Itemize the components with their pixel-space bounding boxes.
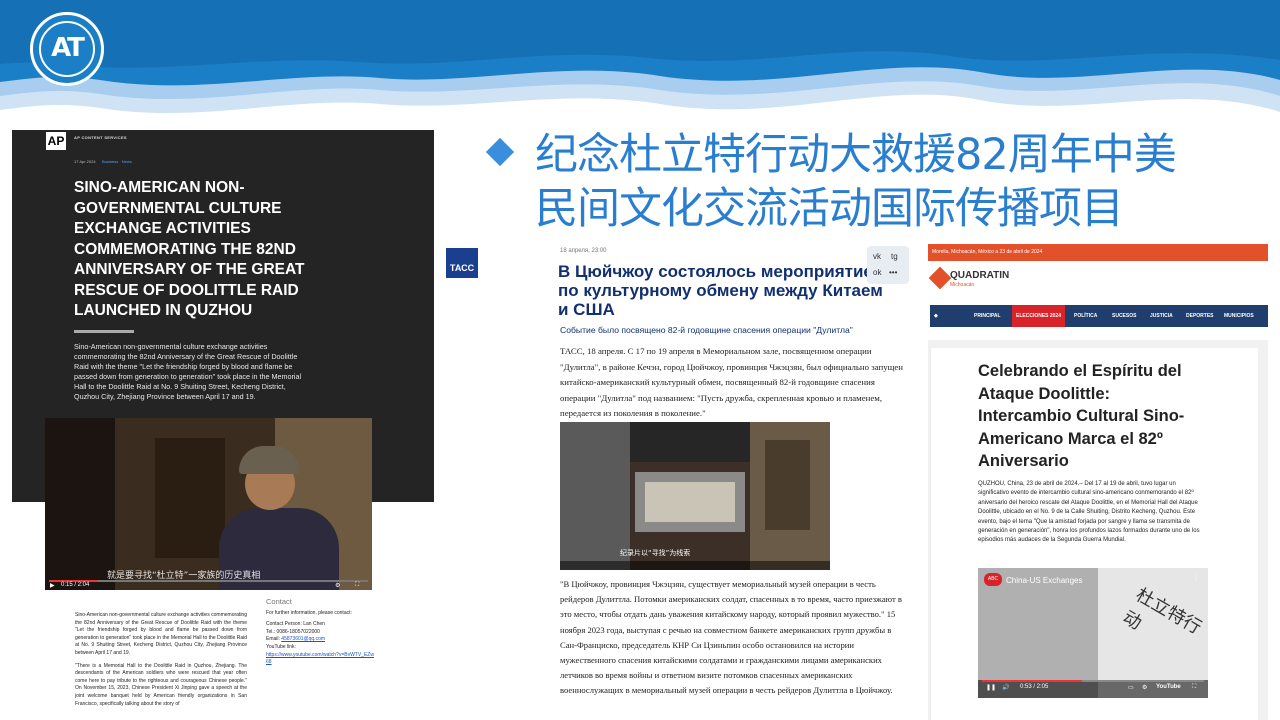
tass-video-controls[interactable] (560, 561, 830, 570)
tass-paragraph-2: "В Цюйчжоу, провинция Чжэцзян, существуе… (560, 579, 902, 696)
slide-title: 纪念杜立特行动大救援82周年中美 民间文化交流活动国际传播项目 (535, 128, 1275, 236)
tass-video-player[interactable]: 纪录片以“寻找”为线索 (560, 422, 830, 570)
quadratin-logo-sub: Michoacán (950, 282, 975, 288)
pause-icon[interactable]: ❚❚ (986, 684, 996, 691)
home-icon[interactable]: ◆ (930, 305, 944, 327)
settings-icon[interactable]: ⚙ (1142, 684, 1147, 691)
video-display-inner (645, 482, 735, 522)
tass-logo[interactable]: ТАСС (446, 248, 478, 278)
nav-justicia[interactable]: JUSTICIA (1146, 305, 1177, 327)
logo-letters: AT (51, 33, 85, 63)
quadratin-dateline: Morelia, Michoacán, México a 23 de abril… (932, 249, 1043, 255)
ap-contact-person: Contact Person: Lan Chen (266, 621, 325, 628)
nav-principal[interactable]: PRINCIPAL (970, 305, 1005, 327)
ap-contact-email-row: Email: 45873601@qq.com (266, 636, 376, 644)
ap-contact-tel: Tel.: 0086-18057022000 (266, 628, 320, 635)
ap-tags[interactable]: Business · News (102, 159, 132, 164)
odnoklassniki-icon[interactable]: ok (873, 268, 881, 277)
ap-body-text: Sino-American non-governmental culture e… (75, 612, 247, 713)
channel-logo[interactable]: ABC (984, 573, 1002, 586)
quadratin-logo-icon (928, 266, 952, 290)
ap-contact-intro: For further information, please contact: (266, 609, 352, 616)
ap-logo[interactable]: AP (46, 132, 66, 150)
ap-contact-email-link[interactable]: 45873601@qq.com (281, 636, 325, 642)
quadratin-headline: Celebrando el Espíritu del Ataque Doolit… (978, 362, 1185, 470)
quadratin-video-time: 0:53 / 2:05 (1020, 684, 1049, 690)
ap-brand: AP CONTENT SERVICES (74, 135, 127, 140)
ap-body-paragraph-2: "There is a Memorial Hall to the Doolitt… (75, 662, 247, 707)
ap-video-player[interactable]: 就是要寻找“杜立特”一家族的历史真相 ▶ 0:15 / 2:04 ⚙ ⛶ (45, 418, 372, 590)
tass-article-screenshot: 18 апреля, 23:00 В Цюйчжоу состоялось ме… (555, 244, 910, 720)
ap-divider (74, 330, 134, 333)
quadratin-video-progress-fill (982, 680, 1082, 682)
settings-icon[interactable]: ⚙ (335, 582, 340, 589)
quadratin-video-title[interactable]: China-US Exchanges (1006, 576, 1082, 585)
nav-deportes[interactable]: DEPORTES (1182, 305, 1218, 327)
more-icon[interactable]: ••• (889, 268, 897, 277)
quadratin-article-screenshot: Morelia, Michoacán, México a 23 de abril… (928, 244, 1268, 720)
ap-date: 17 Apr 2024 (74, 159, 96, 164)
quadratin-nav: ◆ PRINCIPAL ELECCIONES 2024 POLÍTICA SUC… (930, 305, 1268, 327)
play-icon[interactable]: ▶ (50, 582, 55, 589)
nav-municipios[interactable]: MUNICIPIOS (1220, 305, 1258, 327)
youtube-logo[interactable]: YouTube (1156, 684, 1181, 690)
tass-video-caption: 纪录片以“寻找”为线索 (620, 549, 691, 557)
nav-elecciones[interactable]: ELECCIONES 2024 (1012, 305, 1066, 327)
more-vertical-icon[interactable]: ⋮ (1192, 573, 1200, 582)
fullscreen-icon[interactable]: ⛶ (355, 582, 359, 589)
fullscreen-icon[interactable]: ⛶ (1192, 684, 1196, 691)
slide: AT 纪念杜立特行动大救援82周年中美 民间文化交流活动国际传播项目 AP AP… (0, 0, 1280, 720)
quadratin-video-player[interactable]: 杜立特行动 ABC China-US Exchanges ⋮ ❚❚ 🔊 0:53… (978, 568, 1208, 698)
slide-title-line-1: 纪念杜立特行动大救援82周年中美 (535, 130, 1177, 180)
ap-contact-title: Contact (266, 597, 292, 606)
video-street (978, 568, 1098, 698)
tass-subheadline: Событие было посвящено 82-й годовщине сп… (560, 325, 853, 335)
volume-icon[interactable]: 🔊 (1002, 684, 1009, 691)
quadratin-logo[interactable]: QUADRATIN (950, 270, 1009, 281)
tass-time: 18 апреля, 23:00 (560, 248, 607, 254)
vk-icon[interactable]: vk (873, 252, 881, 261)
video-ceiling (630, 422, 750, 462)
quadratin-video-controls[interactable]: ❚❚ 🔊 0:53 / 2:05 ▭ ⚙ YouTube ⛶ (978, 680, 1208, 698)
captions-icon[interactable]: ▭ (1128, 684, 1134, 691)
ap-contact-youtube-link[interactable]: https://www.youtube.com/watch?v=BvWTV_EZ… (266, 652, 376, 667)
quadratin-topbar: Morelia, Michoacán, México a 23 de abril… (928, 244, 1268, 261)
telegram-icon[interactable]: tg (891, 252, 898, 261)
nav-sucesos[interactable]: SUCESOS (1108, 305, 1140, 327)
tass-headline: В Цюйчжоу состоялось мероприятие по куль… (558, 262, 883, 319)
quadratin-body: QUZHOU, China, 23 de abril de 2024.– Del… (978, 481, 1200, 544)
ap-video-time: 0:15 / 2:04 (61, 582, 90, 588)
tass-paragraph-1: ТАСС, 18 апреля. С 17 по 19 апреля в Мем… (560, 346, 903, 419)
ap-contact-block: Contact For further information, please … (266, 598, 376, 667)
ap-headline: SINO-AMERICAN NON-GOVERNMENTAL CULTURE E… (74, 179, 305, 319)
video-sign (765, 440, 810, 530)
organization-logo: AT (30, 12, 104, 86)
nav-politica[interactable]: POLÍTICA (1070, 305, 1101, 327)
tass-share-panel: vk tg ok ••• (867, 246, 909, 284)
ap-video-controls[interactable]: ▶ 0:15 / 2:04 ⚙ ⛶ (45, 578, 372, 590)
ap-summary: Sino-American non-governmental culture e… (74, 342, 302, 401)
ap-body-paragraph-1: Sino-American non-governmental culture e… (75, 612, 247, 656)
slide-title-line-2: 民间文化交流活动国际传播项目 (535, 184, 1124, 234)
video-shadow (45, 418, 115, 590)
ap-contact-email-label: Email: (266, 636, 280, 643)
person-cap (239, 446, 299, 474)
ap-contact-youtube-label: YouTube link: (266, 643, 296, 650)
